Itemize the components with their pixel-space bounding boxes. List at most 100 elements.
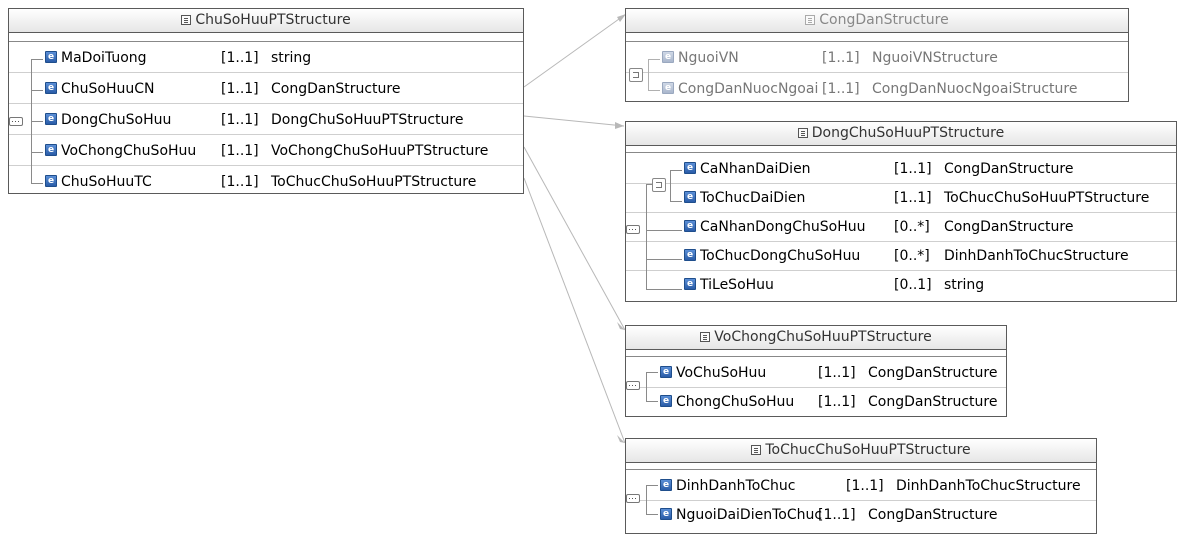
- element-row[interactable]: e DongChuSoHuu [1..1] DongChuSoHuuPTStru…: [9, 106, 523, 135]
- element-icon: e: [45, 82, 57, 94]
- element-row[interactable]: e VoChuSoHuu [1..1] CongDanStructure: [626, 359, 1006, 388]
- element-type: string: [271, 50, 312, 66]
- type-header: ToChucChuSoHuuPTStructure: [626, 439, 1096, 463]
- choice-compositor-icon[interactable]: [629, 68, 643, 82]
- element-icon: e: [662, 51, 674, 63]
- element-row[interactable]: e ChuSoHuuTC [1..1] ToChucChuSoHuuPTStru…: [9, 168, 523, 197]
- type-header: DongChuSoHuuPTStructure: [626, 122, 1176, 146]
- element-type: VoChongChuSoHuuPTStructure: [271, 143, 489, 159]
- element-row[interactable]: e TiLeSoHuu [0..1] string: [626, 271, 1176, 300]
- type-header: ChuSoHuuPTStructure: [9, 9, 523, 33]
- tree-line: [646, 401, 658, 402]
- complex-type-vochongpt[interactable]: VoChongChuSoHuuPTStructure e VoChuSoHuu …: [625, 325, 1007, 417]
- type-body: e DinhDanhToChuc [1..1] DinhDanhToChucSt…: [626, 469, 1096, 523]
- element-icon: e: [662, 82, 674, 94]
- complex-type-icon: [751, 445, 762, 455]
- element-name: ChuSoHuuCN: [61, 81, 155, 97]
- complex-type-dongchusohuupt[interactable]: DongChuSoHuuPTStructure e CaNhanDaiDien …: [625, 121, 1177, 302]
- element-icon: e: [684, 191, 696, 203]
- link-vochong-to-vochongpt: [523, 146, 626, 331]
- type-title: VoChongChuSoHuuPTStructure: [714, 329, 932, 345]
- type-title: DongChuSoHuuPTStructure: [811, 125, 1005, 141]
- element-cardinality: [1..1]: [221, 112, 259, 128]
- element-name: VoChuSoHuu: [676, 365, 767, 381]
- element-icon: e: [684, 278, 696, 290]
- element-icon: e: [45, 175, 57, 187]
- element-cardinality: [1..1]: [818, 507, 856, 523]
- tree-line: [31, 152, 43, 153]
- tree-line: [646, 514, 658, 515]
- tree-line: [670, 170, 671, 202]
- sequence-compositor-icon[interactable]: [626, 225, 640, 234]
- element-name: VoChongChuSoHuu: [61, 143, 197, 159]
- tree-line: [646, 372, 658, 373]
- element-row[interactable]: e CaNhanDongChuSoHuu [0..*] CongDanStruc…: [626, 213, 1176, 242]
- complex-type-congdan[interactable]: CongDanStructure e NguoiVN [1..1] NguoiV…: [625, 8, 1129, 102]
- element-type: ToChucChuSoHuuPTStructure: [944, 190, 1150, 206]
- element-type: DongChuSoHuuPTStructure: [271, 112, 464, 128]
- element-name: CaNhanDaiDien: [700, 161, 811, 177]
- type-title: CongDanStructure: [819, 12, 949, 28]
- element-icon: e: [660, 395, 672, 407]
- element-icon: e: [684, 162, 696, 174]
- tree-line: [646, 259, 682, 260]
- element-type: ToChucChuSoHuuPTStructure: [271, 174, 477, 190]
- sequence-compositor-icon[interactable]: [626, 494, 640, 503]
- sequence-compositor-icon[interactable]: [9, 117, 23, 126]
- element-type: CongDanNuocNgoaiStructure: [872, 81, 1078, 97]
- element-name: ChongChuSoHuu: [676, 394, 795, 410]
- element-row[interactable]: e ToChucDaiDien [1..1] ToChucChuSoHuuPTS…: [626, 184, 1176, 213]
- element-name: NguoiDaiDienToChuc: [676, 507, 823, 523]
- tree-line: [648, 59, 660, 60]
- type-header: CongDanStructure: [626, 9, 1128, 33]
- type-body: e CaNhanDaiDien [1..1] CongDanStructure …: [626, 152, 1176, 293]
- tree-line: [31, 183, 43, 184]
- choice-compositor-icon[interactable]: [652, 178, 666, 192]
- element-type: CongDanStructure: [868, 365, 998, 381]
- complex-type-icon: [805, 15, 816, 25]
- complex-type-tochucpt[interactable]: ToChucChuSoHuuPTStructure e DinhDanhToCh…: [625, 438, 1097, 534]
- element-row[interactable]: e NguoiVN [1..1] NguoiVNStructure: [626, 44, 1128, 73]
- element-name: MaDoiTuong: [61, 50, 147, 66]
- element-type: DinhDanhToChucStructure: [896, 478, 1081, 494]
- element-cardinality: [1..1]: [846, 478, 884, 494]
- element-row[interactable]: e VoChongChuSoHuu [1..1] VoChongChuSoHuu…: [9, 137, 523, 166]
- type-title: ChuSoHuuPTStructure: [195, 12, 351, 28]
- element-row[interactable]: e ChongChuSoHuu [1..1] CongDanStructure: [626, 388, 1006, 417]
- type-body: e VoChuSoHuu [1..1] CongDanStructure e C…: [626, 356, 1006, 410]
- tree-line: [646, 230, 682, 231]
- element-cardinality: [0..*]: [894, 248, 930, 264]
- element-row[interactable]: e DinhDanhToChuc [1..1] DinhDanhToChucSt…: [626, 472, 1096, 501]
- type-body: e MaDoiTuong [1..1] string e ChuSoHuuCN …: [9, 41, 523, 190]
- tree-line: [31, 121, 43, 122]
- element-row[interactable]: e MaDoiTuong [1..1] string: [9, 44, 523, 73]
- element-cardinality: [1..1]: [894, 190, 932, 206]
- element-cardinality: [1..1]: [221, 81, 259, 97]
- element-row[interactable]: e CaNhanDaiDien [1..1] CongDanStructure: [626, 155, 1176, 184]
- element-name: CaNhanDongChuSoHuu: [700, 219, 866, 235]
- tree-line: [670, 170, 682, 171]
- element-name: ToChucDongChuSoHuu: [700, 248, 861, 264]
- element-icon: e: [684, 220, 696, 232]
- tree-line: [646, 289, 682, 290]
- element-row[interactable]: e ToChucDongChuSoHuu [0..*] DinhDanhToCh…: [626, 242, 1176, 271]
- element-row[interactable]: e ChuSoHuuCN [1..1] CongDanStructure: [9, 75, 523, 104]
- element-name: NguoiVN: [678, 50, 739, 66]
- element-icon: e: [660, 479, 672, 491]
- type-body: e NguoiVN [1..1] NguoiVNStructure e Cong…: [626, 41, 1128, 97]
- element-name: DongChuSoHuu: [61, 112, 172, 128]
- tree-line: [646, 372, 647, 402]
- element-type: CongDanStructure: [944, 219, 1074, 235]
- element-type: CongDanStructure: [271, 81, 401, 97]
- element-type: CongDanStructure: [944, 161, 1074, 177]
- element-name: ToChucDaiDien: [700, 190, 806, 206]
- element-row[interactable]: e CongDanNuocNgoai [1..1] CongDanNuocNgo…: [626, 75, 1128, 104]
- element-icon: e: [45, 113, 57, 125]
- element-type: CongDanStructure: [868, 507, 998, 523]
- element-name: CongDanNuocNgoai: [678, 81, 819, 97]
- tree-line: [648, 59, 649, 91]
- complex-type-chusohuupt[interactable]: ChuSoHuuPTStructure e MaDoiTuong [1..1] …: [8, 8, 524, 194]
- sequence-compositor-icon[interactable]: [626, 381, 640, 390]
- complex-type-icon: [700, 332, 711, 342]
- tree-line: [31, 59, 43, 60]
